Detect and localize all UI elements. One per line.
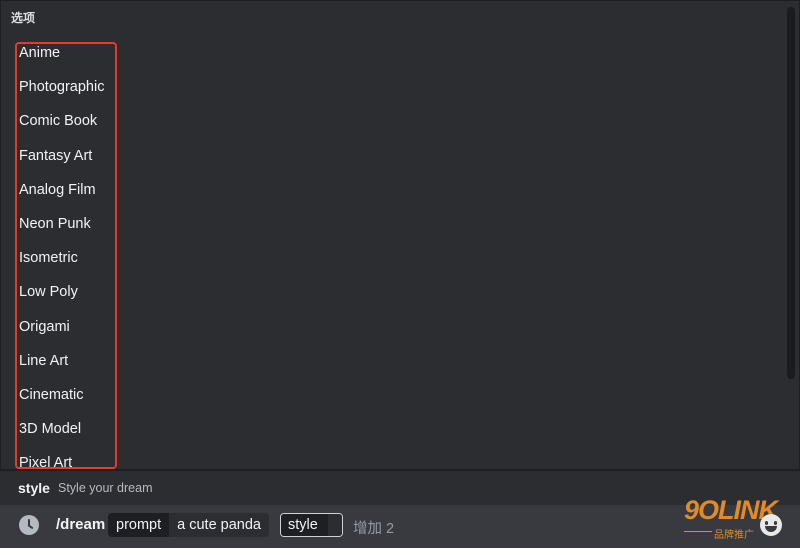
style-option-key: style <box>281 514 325 536</box>
option-item[interactable]: Comic Book <box>19 113 97 129</box>
option-item[interactable]: Cinematic <box>19 387 83 403</box>
option-item[interactable]: Low Poly <box>19 284 78 300</box>
option-item[interactable]: Photographic <box>19 79 104 95</box>
command-input-bar[interactable]: /dream prompt a cute panda style 增加 2 <box>0 505 800 548</box>
option-item[interactable]: Origami <box>19 319 70 335</box>
style-option-chip[interactable]: style <box>280 513 343 537</box>
option-item[interactable]: Analog Film <box>19 182 96 198</box>
style-option-value[interactable] <box>328 514 342 536</box>
option-item[interactable]: Isometric <box>19 250 78 266</box>
option-item[interactable]: Pixel Art <box>19 455 72 467</box>
prompt-option-chip[interactable]: prompt a cute panda <box>108 513 269 537</box>
prompt-option-key: prompt <box>108 513 170 537</box>
option-item[interactable]: 3D Model <box>19 421 81 437</box>
option-list: Anime Photographic Comic Book Fantasy Art An… <box>15 42 117 469</box>
option-item[interactable]: Fantasy Art <box>19 148 92 164</box>
more-options-label[interactable]: 增加 2 <box>353 517 394 538</box>
popup-title: 选项 <box>11 11 36 25</box>
command-name: /dream <box>56 516 106 533</box>
hint-option-description: Style your dream <box>58 481 153 495</box>
option-item[interactable]: Anime <box>19 45 60 61</box>
clock-icon[interactable] <box>19 515 39 535</box>
prompt-option-value[interactable]: a cute panda <box>169 513 269 537</box>
options-popup: 选项 Anime Photographic Comic Book Fantasy Ar… <box>0 0 800 470</box>
option-hint-bar: style Style your dream <box>0 471 800 505</box>
hint-option-name: style <box>18 480 50 496</box>
option-item[interactable]: Neon Punk <box>19 216 91 232</box>
emoji-icon[interactable] <box>760 514 782 536</box>
scrollbar-thumb[interactable] <box>787 7 795 379</box>
option-item[interactable]: Line Art <box>19 353 68 369</box>
